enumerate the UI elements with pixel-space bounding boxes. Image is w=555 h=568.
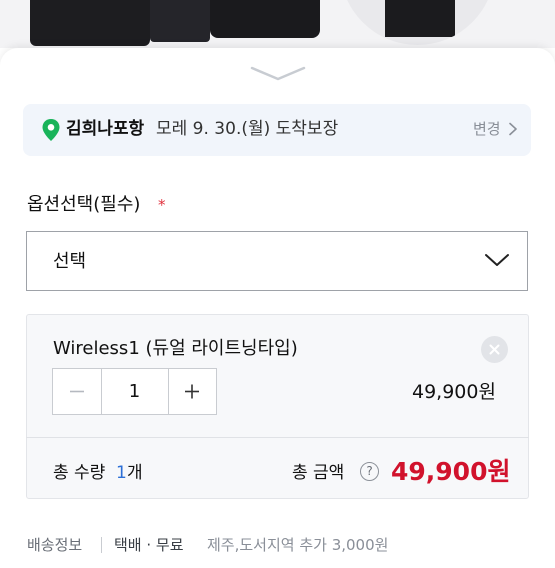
total-amount-value: 49,900원 [391, 457, 511, 486]
minus-icon [70, 390, 84, 393]
chevron-down-icon[interactable] [484, 252, 510, 268]
option-select-label: 옵션선택(필수) [27, 194, 141, 215]
divider [101, 537, 102, 553]
product-image-part [150, 0, 210, 42]
product-image-circle [340, 0, 495, 45]
total-quantity-label: 총 수량 [53, 463, 106, 483]
location-pin-icon [42, 119, 60, 141]
chevron-right-icon[interactable] [508, 122, 518, 136]
total-amount-label: 총 금액 [292, 463, 345, 483]
remove-item-button[interactable] [481, 336, 508, 363]
product-image-part [385, 0, 455, 37]
quantity-value[interactable]: 1 [101, 369, 168, 414]
divider [26, 437, 529, 438]
help-icon[interactable]: ? [360, 462, 379, 481]
shipping-extra-fee: 제주,도서지역 추가 3,000원 [207, 536, 389, 554]
chevron-down-icon[interactable] [250, 64, 306, 82]
close-icon [489, 344, 500, 355]
plus-icon [185, 384, 199, 399]
cart-item-name: Wireless1 (듀얼 라이트닝타입) [53, 338, 298, 359]
shipping-type: 택배 · 무료 [114, 536, 184, 554]
increase-quantity-button[interactable] [168, 369, 216, 414]
option-select-value: 선택 [53, 251, 87, 272]
change-address-button[interactable]: 변경 [473, 118, 501, 140]
quantity-stepper: 1 [52, 368, 217, 415]
required-mark: * [158, 196, 166, 214]
total-quantity-unit: 개 [127, 463, 143, 483]
delivery-date: 모레 9. 30.(월) 도착보장 [156, 119, 339, 139]
option-select-dropdown[interactable] [26, 231, 528, 291]
product-image-part [210, 0, 320, 38]
product-image-part [30, 0, 150, 46]
product-image-area [0, 0, 555, 48]
total-quantity-value: 1 [116, 463, 127, 483]
delivery-location: 김희나포항 [66, 119, 145, 139]
decrease-quantity-button[interactable] [53, 369, 101, 414]
cart-item-price: 49,900원 [412, 381, 496, 403]
shipping-info-label: 배송정보 [27, 536, 83, 554]
